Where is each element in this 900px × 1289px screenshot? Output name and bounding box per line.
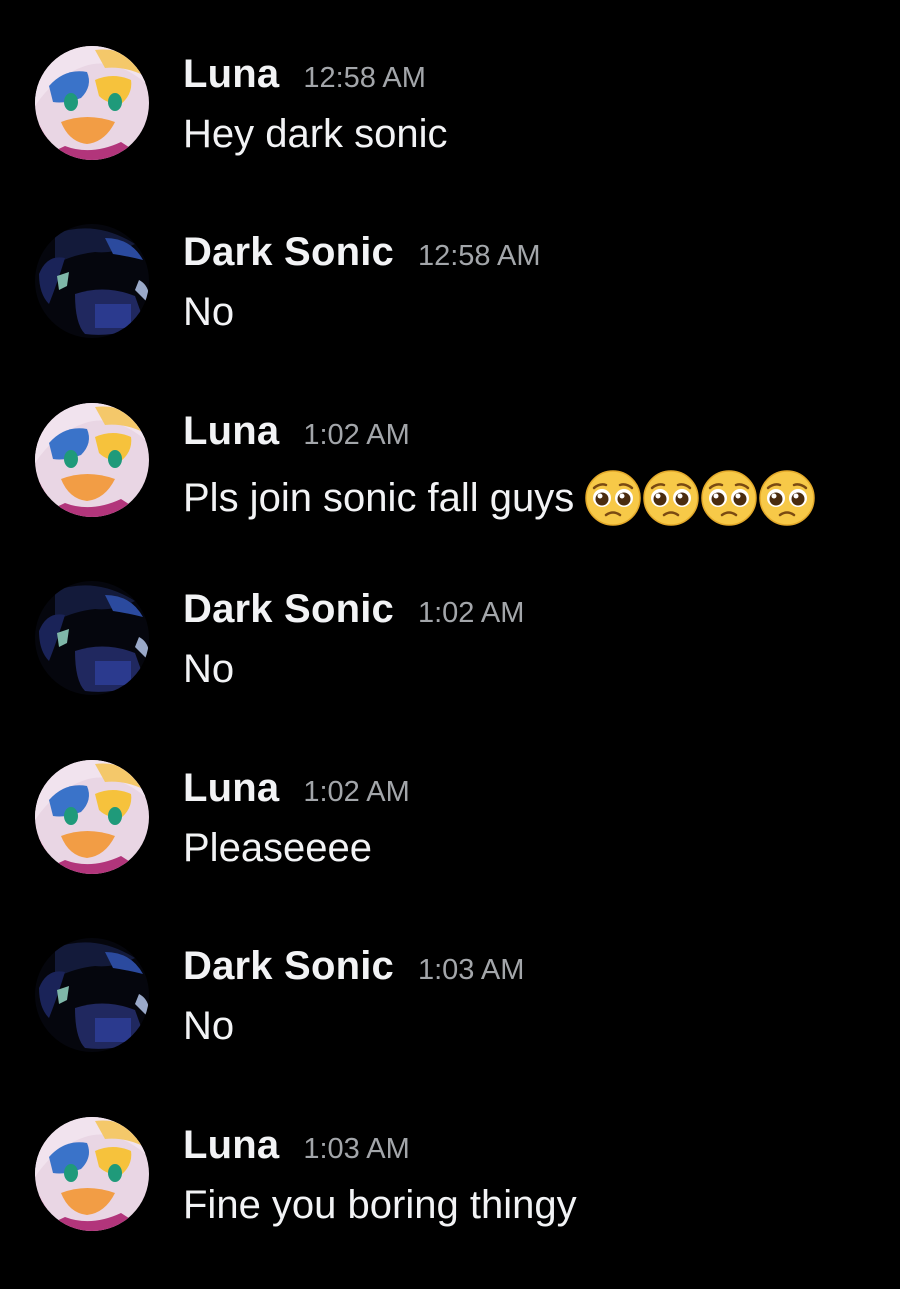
timestamp: 1:03 AM: [303, 1133, 410, 1165]
message-item[interactable]: Dark Sonic 1:02 AM No: [0, 581, 900, 711]
timestamp: 1:03 AM: [417, 954, 525, 986]
dark-sonic-avatar[interactable]: [35, 581, 149, 695]
pleading-face-emoji[interactable]: [700, 469, 758, 527]
message-content: Hey dark sonic: [183, 112, 448, 157]
message-item[interactable]: Dark Sonic 1:03 AM No: [0, 938, 900, 1068]
message-header: Luna 12:58 AM: [183, 52, 426, 97]
message-text: No: [183, 647, 235, 691]
message-item[interactable]: Dark Sonic 12:58 AM No: [0, 224, 900, 354]
message-content: No: [183, 647, 234, 692]
pleading-face-emoji[interactable]: [584, 469, 642, 527]
message-item[interactable]: Luna 1:03 AM Fine you boring thingy: [0, 1117, 900, 1247]
message-content: Pls join sonic fall guys: [183, 469, 816, 527]
timestamp: 12:58 AM: [417, 240, 541, 272]
message-text: No: [183, 290, 235, 334]
username[interactable]: Luna: [183, 52, 279, 97]
luna-avatar[interactable]: [35, 403, 149, 517]
timestamp: 1:02 AM: [303, 776, 410, 808]
message-item[interactable]: Luna 1:02 AM Pleaseeee: [0, 760, 900, 890]
luna-avatar[interactable]: [35, 1117, 149, 1231]
message-item[interactable]: Luna 1:02 AM Pls join sonic fall guys: [0, 403, 900, 533]
message-header: Dark Sonic 1:03 AM: [183, 944, 524, 989]
timestamp: 12:58 AM: [303, 62, 426, 94]
message-text: Pleaseeee: [183, 826, 373, 870]
dark-sonic-avatar[interactable]: [35, 224, 149, 338]
message-text: No: [183, 1004, 235, 1048]
message-content: Fine you boring thingy: [183, 1183, 577, 1228]
message-header: Dark Sonic 1:02 AM: [183, 587, 524, 632]
username[interactable]: Luna: [183, 409, 279, 454]
message-header: Dark Sonic 12:58 AM: [183, 230, 541, 275]
username[interactable]: Dark Sonic: [183, 944, 394, 989]
username[interactable]: Dark Sonic: [183, 587, 394, 632]
username[interactable]: Dark Sonic: [183, 230, 394, 275]
timestamp: 1:02 AM: [417, 597, 525, 629]
dark-sonic-avatar[interactable]: [35, 938, 149, 1052]
timestamp: 1:02 AM: [303, 419, 410, 451]
luna-avatar[interactable]: [35, 46, 149, 160]
message-text: Fine you boring thingy: [183, 1183, 577, 1227]
message-content: No: [183, 290, 234, 335]
chat-log: Luna 12:58 AM Hey dark sonic Dark Sonic …: [0, 0, 900, 1289]
message-content: Pleaseeee: [183, 826, 372, 871]
username[interactable]: Luna: [183, 766, 279, 811]
pleading-face-emoji[interactable]: [758, 469, 816, 527]
username[interactable]: Luna: [183, 1123, 279, 1168]
luna-avatar[interactable]: [35, 760, 149, 874]
emoji-group: [584, 469, 816, 527]
message-header: Luna 1:03 AM: [183, 1123, 410, 1168]
message-header: Luna 1:02 AM: [183, 409, 410, 454]
message-text: Hey dark sonic: [183, 112, 448, 156]
message-item[interactable]: Luna 12:58 AM Hey dark sonic: [0, 46, 900, 176]
pleading-face-emoji[interactable]: [642, 469, 700, 527]
message-content: No: [183, 1004, 234, 1049]
message-text: Pls join sonic fall guys: [183, 475, 575, 520]
message-header: Luna 1:02 AM: [183, 766, 410, 811]
